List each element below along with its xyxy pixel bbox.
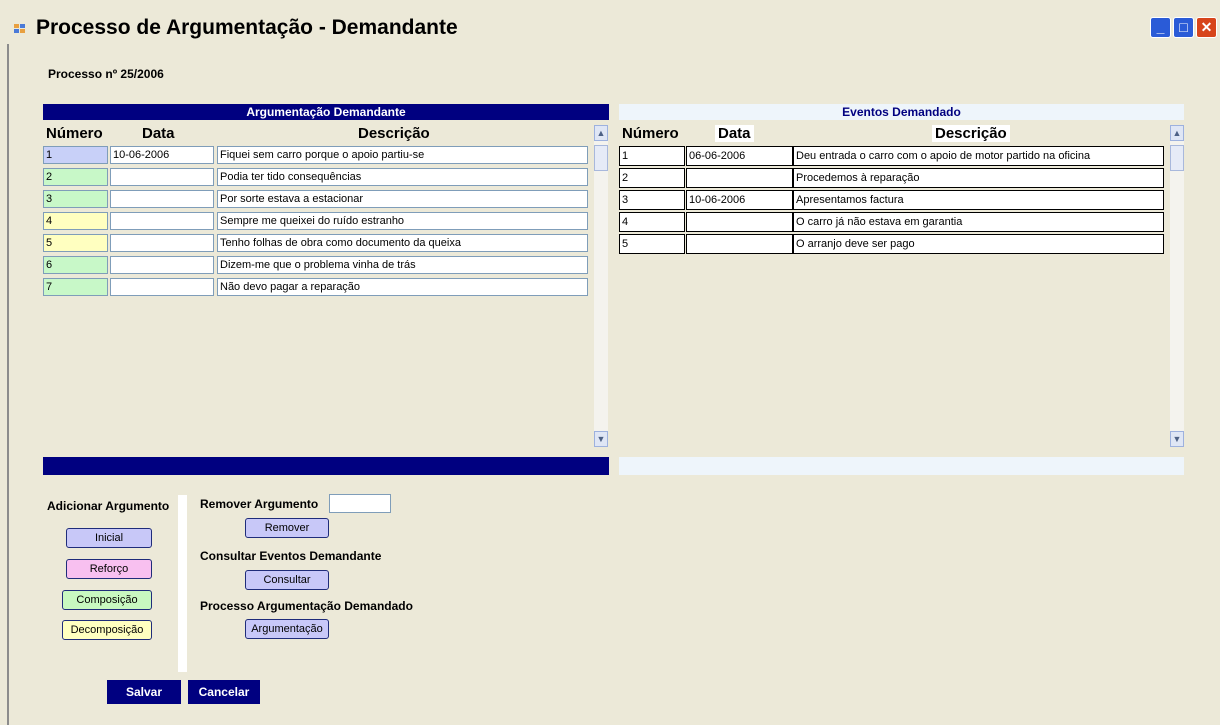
right-scroll-up-icon[interactable]: ▲ bbox=[1170, 125, 1184, 141]
panel-divider bbox=[178, 495, 187, 672]
left-scroll-down-icon[interactable]: ▼ bbox=[594, 431, 608, 447]
save-button[interactable]: Salvar bbox=[107, 680, 181, 704]
inicial-button[interactable]: Inicial bbox=[66, 528, 152, 548]
left-row-descricao[interactable]: Fiquei sem carro porque o apoio partiu-s… bbox=[217, 146, 588, 164]
right-col-descricao: Descrição bbox=[932, 125, 1010, 142]
left-row-descricao[interactable]: Sempre me queixei do ruído estranho bbox=[217, 212, 588, 230]
left-row-data[interactable] bbox=[110, 190, 214, 208]
left-row-numero[interactable]: 1 bbox=[43, 146, 108, 164]
right-row-data[interactable]: 10-06-2006 bbox=[686, 190, 793, 210]
window-title: Processo de Argumentação - Demandante bbox=[36, 16, 458, 39]
left-row-numero[interactable]: 3 bbox=[43, 190, 108, 208]
title-bar: Processo de Argumentação - Demandante _ … bbox=[0, 10, 1220, 44]
right-row-data[interactable] bbox=[686, 168, 793, 188]
left-row-descricao[interactable]: Dizem-me que o problema vinha de trás bbox=[217, 256, 588, 274]
minimize-button[interactable]: _ bbox=[1150, 17, 1171, 38]
consult-events-label: Consultar Eventos Demandante bbox=[200, 549, 382, 563]
right-row-numero[interactable]: 3 bbox=[619, 190, 685, 210]
remover-button[interactable]: Remover bbox=[245, 518, 329, 538]
left-row-descricao[interactable]: Tenho folhas de obra como documento da q… bbox=[217, 234, 588, 252]
left-row-descricao[interactable]: Podia ter tido consequências bbox=[217, 168, 588, 186]
composicao-button[interactable]: Composição bbox=[62, 590, 152, 610]
right-scroll-thumb[interactable] bbox=[1170, 145, 1184, 171]
right-col-numero: Número bbox=[622, 125, 679, 142]
right-row-data[interactable]: 06-06-2006 bbox=[686, 146, 793, 166]
right-row-data[interactable] bbox=[686, 212, 793, 232]
left-col-numero: Número bbox=[46, 125, 103, 142]
right-row-descricao[interactable]: O arranjo deve ser pago bbox=[793, 234, 1164, 254]
right-panel-footer bbox=[619, 457, 1184, 475]
left-scroll-thumb[interactable] bbox=[594, 145, 608, 171]
right-row-descricao[interactable]: Deu entrada o carro com o apoio de motor… bbox=[793, 146, 1164, 166]
left-row-data[interactable] bbox=[110, 278, 214, 296]
right-scroll-down-icon[interactable]: ▼ bbox=[1170, 431, 1184, 447]
argumentacao-button[interactable]: Argumentação bbox=[245, 619, 329, 639]
cancel-button[interactable]: Cancelar bbox=[188, 680, 260, 704]
right-col-data: Data bbox=[715, 125, 754, 142]
left-row-numero[interactable]: 5 bbox=[43, 234, 108, 252]
left-scroll-up-icon[interactable]: ▲ bbox=[594, 125, 608, 141]
left-panel-footer bbox=[43, 457, 609, 475]
left-row-numero[interactable]: 6 bbox=[43, 256, 108, 274]
left-row-data[interactable] bbox=[110, 256, 214, 274]
left-row-data[interactable]: 10-06-2006 bbox=[110, 146, 214, 164]
remove-argument-input[interactable] bbox=[329, 494, 391, 513]
add-argument-label: Adicionar Argumento bbox=[47, 499, 170, 513]
left-row-numero[interactable]: 7 bbox=[43, 278, 108, 296]
left-panel-header: Argumentação Demandante bbox=[43, 104, 609, 120]
right-row-descricao[interactable]: O carro já não estava em garantia bbox=[793, 212, 1164, 232]
right-row-numero[interactable]: 2 bbox=[619, 168, 685, 188]
right-panel-header: Eventos Demandado bbox=[619, 104, 1184, 120]
argument-process-label: Processo Argumentação Demandado bbox=[200, 599, 413, 613]
decomposicao-button[interactable]: Decomposição bbox=[62, 620, 152, 640]
window-frame bbox=[7, 44, 9, 725]
reforco-button[interactable]: Reforço bbox=[66, 559, 152, 579]
left-col-data: Data bbox=[142, 125, 175, 142]
left-col-descricao: Descrição bbox=[358, 125, 430, 142]
right-row-data[interactable] bbox=[686, 234, 793, 254]
app-icon bbox=[14, 24, 28, 36]
remove-argument-label: Remover Argumento bbox=[200, 497, 319, 511]
left-row-numero[interactable]: 4 bbox=[43, 212, 108, 230]
consultar-button[interactable]: Consultar bbox=[245, 570, 329, 590]
right-row-numero[interactable]: 1 bbox=[619, 146, 685, 166]
close-button[interactable]: ✕ bbox=[1196, 17, 1217, 38]
right-scrollbar[interactable]: ▲ ▼ bbox=[1170, 125, 1184, 447]
right-row-numero[interactable]: 4 bbox=[619, 212, 685, 232]
right-row-descricao[interactable]: Procedemos à reparação bbox=[793, 168, 1164, 188]
left-scrollbar[interactable]: ▲ ▼ bbox=[594, 125, 608, 447]
right-row-descricao[interactable]: Apresentamos factura bbox=[793, 190, 1164, 210]
process-label: Processo nº 25/2006 bbox=[48, 67, 164, 81]
left-row-data[interactable] bbox=[110, 212, 214, 230]
right-row-numero[interactable]: 5 bbox=[619, 234, 685, 254]
maximize-button[interactable]: □ bbox=[1173, 17, 1194, 38]
left-row-descricao[interactable]: Por sorte estava a estacionar bbox=[217, 190, 588, 208]
left-row-data[interactable] bbox=[110, 168, 214, 186]
left-row-data[interactable] bbox=[110, 234, 214, 252]
left-row-descricao[interactable]: Não devo pagar a reparação bbox=[217, 278, 588, 296]
left-row-numero[interactable]: 2 bbox=[43, 168, 108, 186]
